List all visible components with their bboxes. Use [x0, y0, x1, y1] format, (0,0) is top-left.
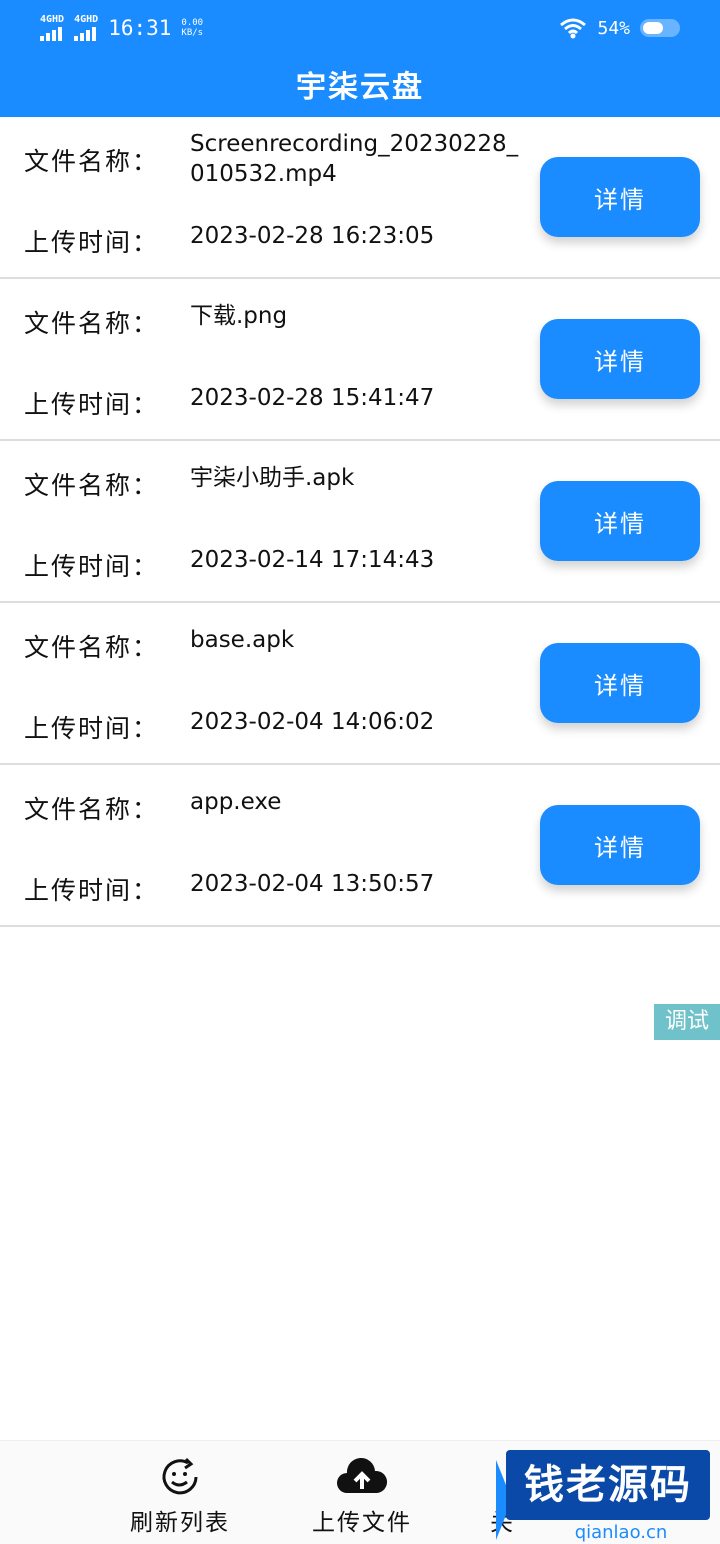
refresh-smile-icon	[162, 1457, 198, 1495]
file-name-value: Screenrecording_20230228_010532.mp4	[190, 131, 519, 187]
file-name-label: 文件名称：	[24, 471, 160, 500]
app-root: 4GHD 4GHD 16:31 0.00 KB/s 54% 宇柒云盘 文件名称：…	[0, 0, 720, 1544]
network-speed: 0.00 KB/s	[181, 18, 203, 38]
list-item: 文件名称： base.apk 上传时间： 2023-02-04 14:06:02…	[0, 603, 720, 765]
watermark-title: 钱老源码	[506, 1450, 710, 1520]
upload-time-value: 2023-02-14 17:14:43	[190, 547, 435, 573]
upload-time-label: 上传时间：	[24, 228, 160, 257]
detail-button[interactable]: 详情	[540, 481, 700, 561]
nav-refresh-label: 刷新列表	[130, 1510, 230, 1536]
file-list: 文件名称： Screenrecording_20230228_010532.mp…	[0, 117, 720, 927]
file-name-label: 文件名称：	[24, 147, 160, 176]
file-name-value: app.exe	[190, 789, 282, 815]
upload-time-value: 2023-02-28 15:41:47	[190, 385, 435, 411]
detail-button[interactable]: 详情	[540, 157, 700, 237]
status-time: 16:31	[108, 16, 172, 40]
page-title: 宇柒云盘	[296, 70, 424, 105]
upload-time-label: 上传时间：	[24, 876, 160, 905]
wifi-icon	[560, 18, 587, 39]
sim2-bars	[74, 27, 97, 41]
sim2-signal-icon: 4GHD	[74, 15, 98, 41]
upload-time-value: 2023-02-04 14:06:02	[190, 709, 435, 735]
upload-time-value: 2023-02-28 16:23:05	[190, 223, 435, 249]
file-name-label: 文件名称：	[24, 633, 160, 662]
file-name-value: base.apk	[190, 627, 295, 653]
list-item: 文件名称： 宇柒小助手.apk 上传时间： 2023-02-14 17:14:4…	[0, 441, 720, 603]
file-name-label: 文件名称：	[24, 795, 160, 824]
sim2-label: 4GHD	[74, 14, 99, 25]
file-name-value: 宇柒小助手.apk	[190, 465, 355, 491]
upload-time-label: 上传时间：	[24, 714, 160, 743]
watermark-logo: 钱老源码 qianlao.cn	[496, 1436, 720, 1544]
app-header: 4GHD 4GHD 16:31 0.00 KB/s 54% 宇柒云盘	[0, 0, 720, 117]
watermark-subtitle: qianlao.cn	[574, 1522, 668, 1543]
status-right: 54%	[559, 17, 680, 39]
debug-tag[interactable]: 调试	[654, 1004, 720, 1040]
list-item: 文件名称： Screenrecording_20230228_010532.mp…	[0, 117, 720, 279]
nav-upload-file[interactable]: 上传文件	[282, 1457, 442, 1537]
sim1-bars	[40, 27, 62, 41]
status-bar: 4GHD 4GHD 16:31 0.00 KB/s 54%	[0, 0, 720, 56]
upload-time-label: 上传时间：	[24, 552, 160, 581]
nav-refresh-list[interactable]: 刷新列表	[100, 1457, 260, 1537]
list-item: 文件名称： 下载.png 上传时间： 2023-02-28 15:41:47 详…	[0, 279, 720, 441]
sim1-label: 4GHD	[40, 14, 65, 25]
speed-value: 0.00	[181, 18, 204, 28]
sim1-signal-icon: 4GHD	[40, 15, 64, 41]
battery-text: 54%	[597, 17, 630, 39]
detail-button[interactable]: 详情	[540, 643, 700, 723]
battery-icon	[640, 19, 680, 37]
file-name-value: 下载.png	[190, 303, 288, 329]
status-left: 4GHD 4GHD 16:31 0.00 KB/s	[40, 15, 203, 41]
list-item: 文件名称： app.exe 上传时间： 2023-02-04 13:50:57 …	[0, 765, 720, 927]
detail-button[interactable]: 详情	[540, 805, 700, 885]
upload-time-value: 2023-02-04 13:50:57	[190, 871, 435, 897]
speed-unit: KB/s	[181, 28, 204, 38]
file-name-label: 文件名称：	[24, 309, 160, 338]
nav-upload-label: 上传文件	[312, 1510, 412, 1536]
upload-time-label: 上传时间：	[24, 390, 160, 419]
detail-button[interactable]: 详情	[540, 319, 700, 399]
cloud-upload-icon	[337, 1457, 388, 1493]
